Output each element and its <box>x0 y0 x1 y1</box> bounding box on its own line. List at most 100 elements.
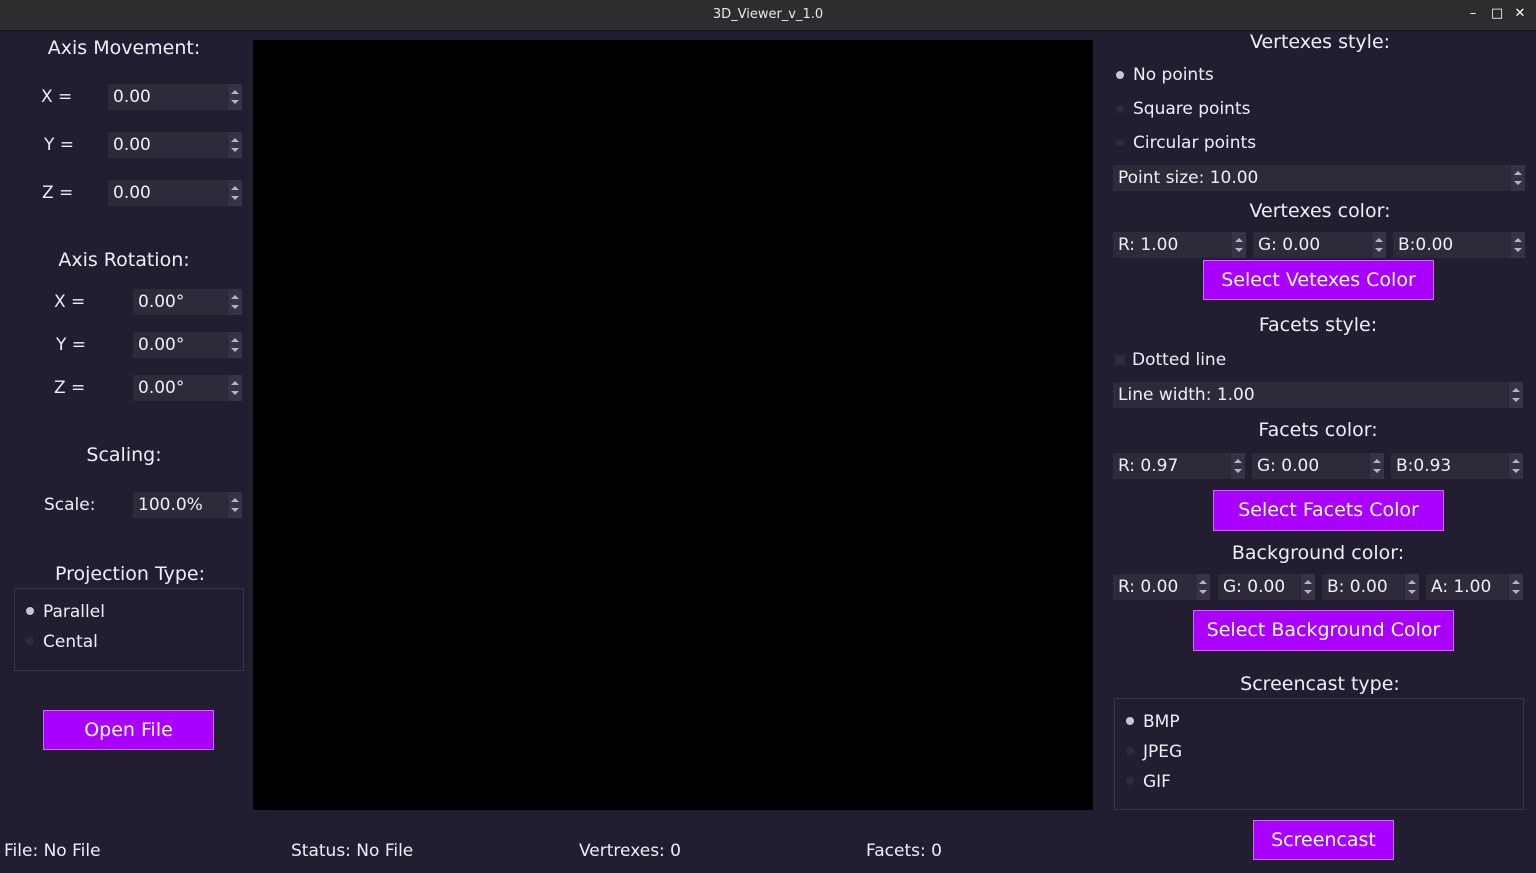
vertexes-style-heading: Vertexes style: <box>1249 31 1391 53</box>
rotate-x-value: 0.00° <box>138 292 185 312</box>
title-bar: 3D_Viewer_v_1.0 – □ ✕ <box>0 0 1536 31</box>
background-a-spinbox[interactable]: A: 1.00 <box>1426 574 1523 600</box>
spin-arrows-icon[interactable] <box>1508 453 1523 479</box>
vertex-b-value: B:0.00 <box>1398 235 1454 255</box>
background-b-spinbox[interactable]: B: 0.00 <box>1322 574 1419 600</box>
projection-parallel-label[interactable]: Parallel <box>43 602 105 622</box>
no-points-label[interactable]: No points <box>1133 65 1214 85</box>
rotate-z-label: Z = <box>54 378 86 398</box>
spin-arrows-icon[interactable] <box>227 84 242 110</box>
jpeg-label[interactable]: JPEG <box>1143 742 1182 762</box>
status-facets: Facets: 0 <box>866 841 942 861</box>
rotate-x-spinbox[interactable]: 0.00° <box>133 289 242 315</box>
move-z-spinbox[interactable]: 0.00 <box>108 180 242 206</box>
spin-arrows-icon[interactable] <box>1231 232 1246 258</box>
rotate-y-label: Y = <box>56 335 87 355</box>
facet-b-value: B:0.93 <box>1396 456 1452 476</box>
rotate-z-spinbox[interactable]: 0.00° <box>133 375 242 401</box>
vertex-g-value: G: 0.00 <box>1258 235 1321 255</box>
dotted-line-checkbox[interactable] <box>1115 355 1125 365</box>
spin-arrows-icon[interactable] <box>1508 382 1523 408</box>
status-vertexes: Vertrexes: 0 <box>579 841 681 861</box>
spin-arrows-icon[interactable] <box>1510 165 1525 191</box>
move-x-value: 0.00 <box>113 87 151 107</box>
spin-arrows-icon[interactable] <box>1300 574 1315 600</box>
jpeg-radio[interactable] <box>1126 747 1134 755</box>
status-file: File: No File <box>4 841 101 861</box>
select-background-color-button[interactable]: Select Background Color <box>1193 610 1454 651</box>
background-r-spinbox[interactable]: R: 0.00 <box>1113 574 1210 600</box>
select-vertexes-color-button[interactable]: Select Vetexes Color <box>1203 260 1434 300</box>
spin-arrows-icon[interactable] <box>227 332 242 358</box>
vertex-b-spinbox[interactable]: B:0.00 <box>1393 232 1525 258</box>
move-y-value: 0.00 <box>113 135 151 155</box>
line-width-value: Line width: 1.00 <box>1118 385 1255 405</box>
rotate-y-spinbox[interactable]: 0.00° <box>133 332 242 358</box>
minimize-icon[interactable]: – <box>1465 6 1481 22</box>
3d-viewport[interactable] <box>253 40 1093 810</box>
projection-heading: Projection Type: <box>54 563 206 585</box>
line-width-spinbox[interactable]: Line width: 1.00 <box>1113 382 1523 408</box>
spin-arrows-icon[interactable] <box>227 289 242 315</box>
spin-arrows-icon[interactable] <box>227 375 242 401</box>
vertex-r-value: R: 1.00 <box>1118 235 1179 255</box>
facets-color-heading: Facets color: <box>1258 419 1378 441</box>
rotate-z-value: 0.00° <box>138 378 185 398</box>
spin-arrows-icon[interactable] <box>1369 453 1384 479</box>
facet-b-spinbox[interactable]: B:0.93 <box>1391 453 1523 479</box>
background-r-value: R: 0.00 <box>1118 577 1179 597</box>
move-y-label: Y = <box>44 135 75 155</box>
scaling-heading: Scaling: <box>86 444 162 466</box>
spin-arrows-icon[interactable] <box>1510 232 1525 258</box>
vertex-g-spinbox[interactable]: G: 0.00 <box>1253 232 1386 258</box>
background-g-spinbox[interactable]: G: 0.00 <box>1218 574 1315 600</box>
facets-style-heading: Facets style: <box>1258 314 1378 336</box>
screencast-button[interactable]: Screencast <box>1253 820 1394 860</box>
move-y-spinbox[interactable]: 0.00 <box>108 132 242 158</box>
projection-central-label[interactable]: Cental <box>43 632 98 652</box>
close-icon[interactable]: ✕ <box>1512 6 1528 22</box>
spin-arrows-icon[interactable] <box>1404 574 1419 600</box>
background-b-value: B: 0.00 <box>1327 577 1388 597</box>
facet-r-spinbox[interactable]: R: 0.97 <box>1113 453 1245 479</box>
spin-arrows-icon[interactable] <box>227 492 242 518</box>
open-file-button[interactable]: Open File <box>43 710 214 750</box>
rotate-x-label: X = <box>54 292 86 312</box>
gif-radio[interactable] <box>1126 777 1134 785</box>
spin-arrows-icon[interactable] <box>1508 574 1523 600</box>
facet-g-spinbox[interactable]: G: 0.00 <box>1252 453 1384 479</box>
bmp-radio[interactable] <box>1126 717 1134 725</box>
facet-r-value: R: 0.97 <box>1118 456 1179 476</box>
maximize-icon[interactable]: □ <box>1489 6 1505 22</box>
projection-group <box>14 588 244 671</box>
projection-parallel-radio[interactable] <box>26 607 34 615</box>
move-x-spinbox[interactable]: 0.00 <box>108 84 242 110</box>
gif-label[interactable]: GIF <box>1143 772 1171 792</box>
vertex-r-spinbox[interactable]: R: 1.00 <box>1113 232 1246 258</box>
window-title: 3D_Viewer_v_1.0 <box>712 7 824 22</box>
square-points-radio[interactable] <box>1116 105 1124 113</box>
rotate-y-value: 0.00° <box>138 335 185 355</box>
move-z-label: Z = <box>42 183 74 203</box>
spin-arrows-icon[interactable] <box>227 180 242 206</box>
spin-arrows-icon[interactable] <box>1195 574 1210 600</box>
circular-points-radio[interactable] <box>1116 139 1124 147</box>
background-a-value: A: 1.00 <box>1431 577 1492 597</box>
bmp-label[interactable]: BMP <box>1143 712 1180 732</box>
point-size-spinbox[interactable]: Point size: 10.00 <box>1113 165 1525 191</box>
square-points-label[interactable]: Square points <box>1133 99 1250 119</box>
spin-arrows-icon[interactable] <box>1371 232 1386 258</box>
scale-spinbox[interactable]: 100.0% <box>133 492 242 518</box>
spin-arrows-icon[interactable] <box>227 132 242 158</box>
circular-points-label[interactable]: Circular points <box>1133 133 1256 153</box>
projection-central-radio[interactable] <box>26 637 34 645</box>
axis-rotation-heading: Axis Rotation: <box>58 249 190 271</box>
scale-label: Scale: <box>44 495 96 515</box>
dotted-line-label[interactable]: Dotted line <box>1132 350 1226 370</box>
select-facets-color-button[interactable]: Select Facets Color <box>1213 490 1444 531</box>
no-points-radio[interactable] <box>1116 71 1124 79</box>
spin-arrows-icon[interactable] <box>1230 453 1245 479</box>
facet-g-value: G: 0.00 <box>1257 456 1320 476</box>
move-z-value: 0.00 <box>113 183 151 203</box>
vertexes-color-heading: Vertexes color: <box>1249 200 1391 222</box>
